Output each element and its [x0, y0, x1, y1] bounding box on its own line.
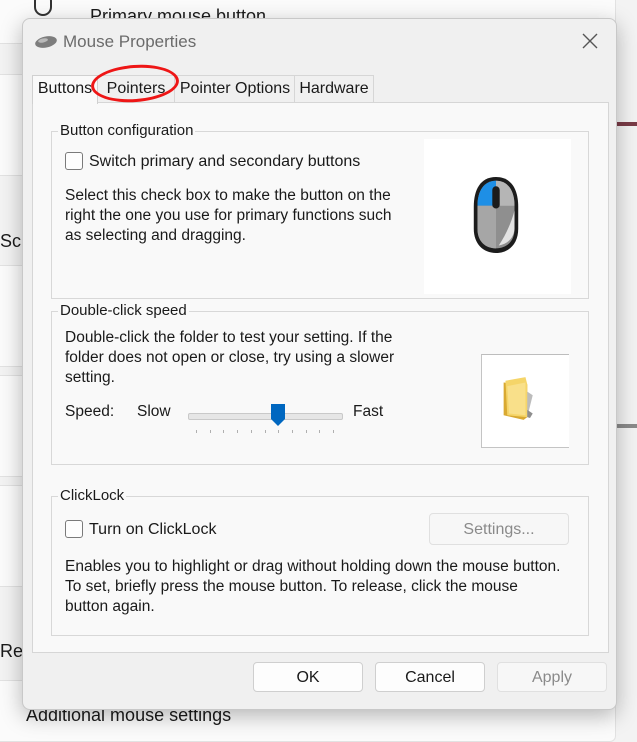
slider-tick — [264, 430, 266, 433]
slider-tick — [319, 430, 321, 433]
slider-track[interactable] — [188, 413, 343, 420]
clicklock-settings-button[interactable]: Settings... — [429, 513, 569, 545]
bg-section-heading-s: Sc — [0, 231, 22, 251]
tab-panel-buttons: Button configuration Switch primary and … — [32, 102, 609, 653]
slow-label: Slow — [137, 403, 171, 420]
button-configuration-label: Button configuration — [58, 122, 196, 139]
bg-accent-bar-2 — [615, 424, 637, 428]
double-click-speed-slider[interactable] — [188, 398, 343, 438]
fast-label: Fast — [353, 403, 384, 420]
slider-tick — [250, 430, 252, 433]
clicklock-description: Enables you to highlight or drag without… — [65, 558, 561, 615]
clicklock-checkbox-label[interactable]: Turn on ClickLock — [89, 521, 216, 539]
button-configuration-description: Select this check box to make the button… — [65, 187, 392, 244]
folder-icon[interactable] — [500, 375, 540, 421]
clicklock-label: ClickLock — [58, 487, 127, 504]
clicklock-group: ClickLock Turn on ClickLock Settings... … — [51, 487, 589, 636]
dialog-titlebar[interactable]: Mouse Properties — [23, 19, 616, 63]
mouse-illustration-icon — [473, 177, 519, 253]
switch-buttons-checkbox[interactable] — [65, 152, 83, 170]
tab-pointers[interactable]: Pointers — [96, 75, 176, 102]
tab-buttons[interactable]: Buttons — [32, 75, 98, 104]
slider-tick — [333, 430, 334, 433]
apply-button[interactable]: Apply — [497, 662, 607, 692]
switch-buttons-label[interactable]: Switch primary and secondary buttons — [89, 153, 360, 171]
tab-hardware[interactable]: Hardware — [294, 75, 374, 102]
ok-button[interactable]: OK — [253, 662, 363, 692]
slider-tick — [223, 430, 225, 433]
test-folder-box[interactable] — [481, 354, 569, 448]
mouse-properties-dialog: Mouse Properties Buttons Pointers Pointe… — [22, 18, 617, 710]
bg-section-heading-r: Re — [0, 641, 24, 661]
mouse-preview-box — [424, 139, 571, 294]
slider-tick — [305, 430, 307, 433]
double-click-speed-label: Double-click speed — [58, 302, 189, 319]
double-click-speed-group: Double-click speed Double-click the fold… — [51, 302, 589, 465]
dialog-title: Mouse Properties — [63, 32, 197, 51]
slider-tick — [237, 430, 239, 433]
slider-tick — [278, 430, 280, 433]
cancel-button[interactable]: Cancel — [375, 662, 485, 692]
clicklock-checkbox[interactable] — [65, 520, 83, 538]
speed-label: Speed: — [65, 403, 115, 420]
slider-tick — [209, 430, 211, 433]
slider-tick — [291, 430, 293, 433]
tab-pointer-options[interactable]: Pointer Options — [174, 75, 296, 102]
slider-tick — [196, 430, 197, 433]
button-configuration-group: Button configuration Switch primary and … — [51, 122, 589, 299]
double-click-description: Double-click the folder to test your set… — [65, 329, 395, 386]
mouse-app-icon — [35, 36, 57, 48]
slider-thumb[interactable] — [271, 404, 286, 426]
close-icon[interactable] — [578, 29, 602, 53]
bg-accent-bar-1 — [615, 122, 637, 126]
